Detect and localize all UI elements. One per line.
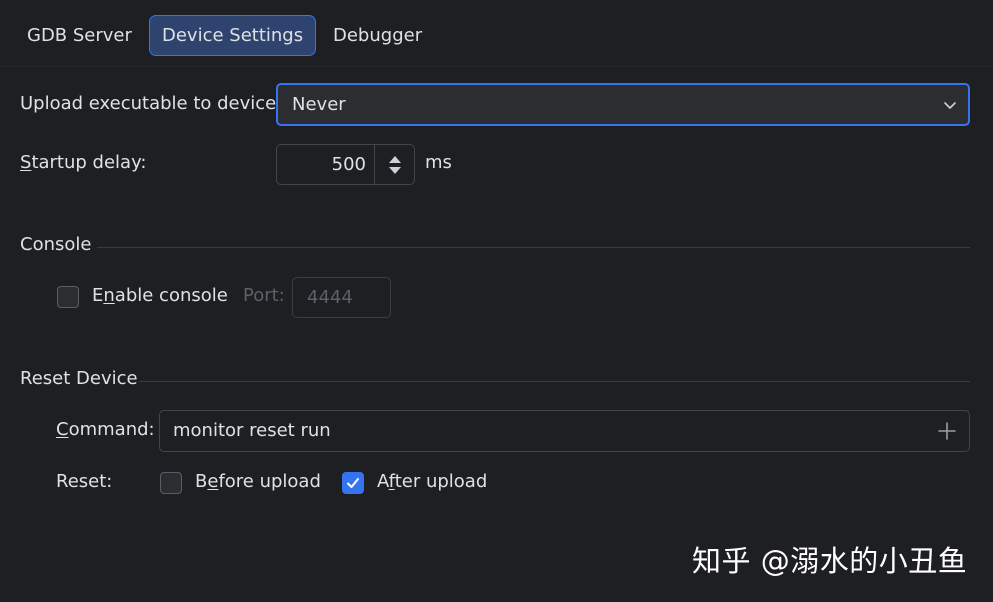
upload-executable-combo[interactable]: Never xyxy=(276,83,970,126)
enable-console-label[interactable]: Enable console xyxy=(92,285,228,306)
spinner-divider xyxy=(374,145,375,184)
port-label: Port: xyxy=(243,285,285,306)
plus-icon[interactable] xyxy=(937,421,957,441)
startup-delay-unit: ms xyxy=(425,152,452,173)
tab-debugger[interactable]: Debugger xyxy=(333,15,422,56)
enable-console-checkbox[interactable] xyxy=(57,286,79,308)
upload-executable-value: Never xyxy=(292,94,346,115)
before-upload-checkbox[interactable] xyxy=(160,472,182,494)
after-upload-checkbox[interactable] xyxy=(342,472,364,494)
startup-delay-label: Startup delay: xyxy=(20,152,147,173)
watermark-text: 知乎 @溺水的小丑鱼 xyxy=(692,544,968,578)
tabs-divider xyxy=(0,66,993,67)
startup-delay-spinner[interactable]: 500 xyxy=(276,144,415,185)
chevron-down-icon xyxy=(944,102,956,109)
port-value: 4444 xyxy=(307,287,353,308)
before-upload-label[interactable]: Before upload xyxy=(195,471,321,492)
tab-gdb-server[interactable]: GDB Server xyxy=(27,15,132,56)
reset-label: Reset: xyxy=(56,471,113,492)
port-input[interactable]: 4444 xyxy=(292,277,391,318)
startup-delay-value[interactable]: 500 xyxy=(332,145,366,184)
reset-device-section-title: Reset Device xyxy=(20,368,138,389)
command-value: monitor reset run xyxy=(173,420,331,441)
console-section-divider xyxy=(97,247,970,248)
upload-executable-label: Upload executable to device: xyxy=(20,93,283,114)
console-section-title: Console xyxy=(20,234,92,255)
checkmark-icon xyxy=(347,478,359,488)
command-input[interactable]: monitor reset run xyxy=(159,410,970,452)
tab-device-settings[interactable]: Device Settings xyxy=(149,15,317,56)
command-label: Command: xyxy=(56,419,155,440)
reset-device-section-divider xyxy=(139,381,970,382)
after-upload-label[interactable]: After upload xyxy=(377,471,487,492)
spinner-arrows-icon[interactable] xyxy=(381,151,409,179)
